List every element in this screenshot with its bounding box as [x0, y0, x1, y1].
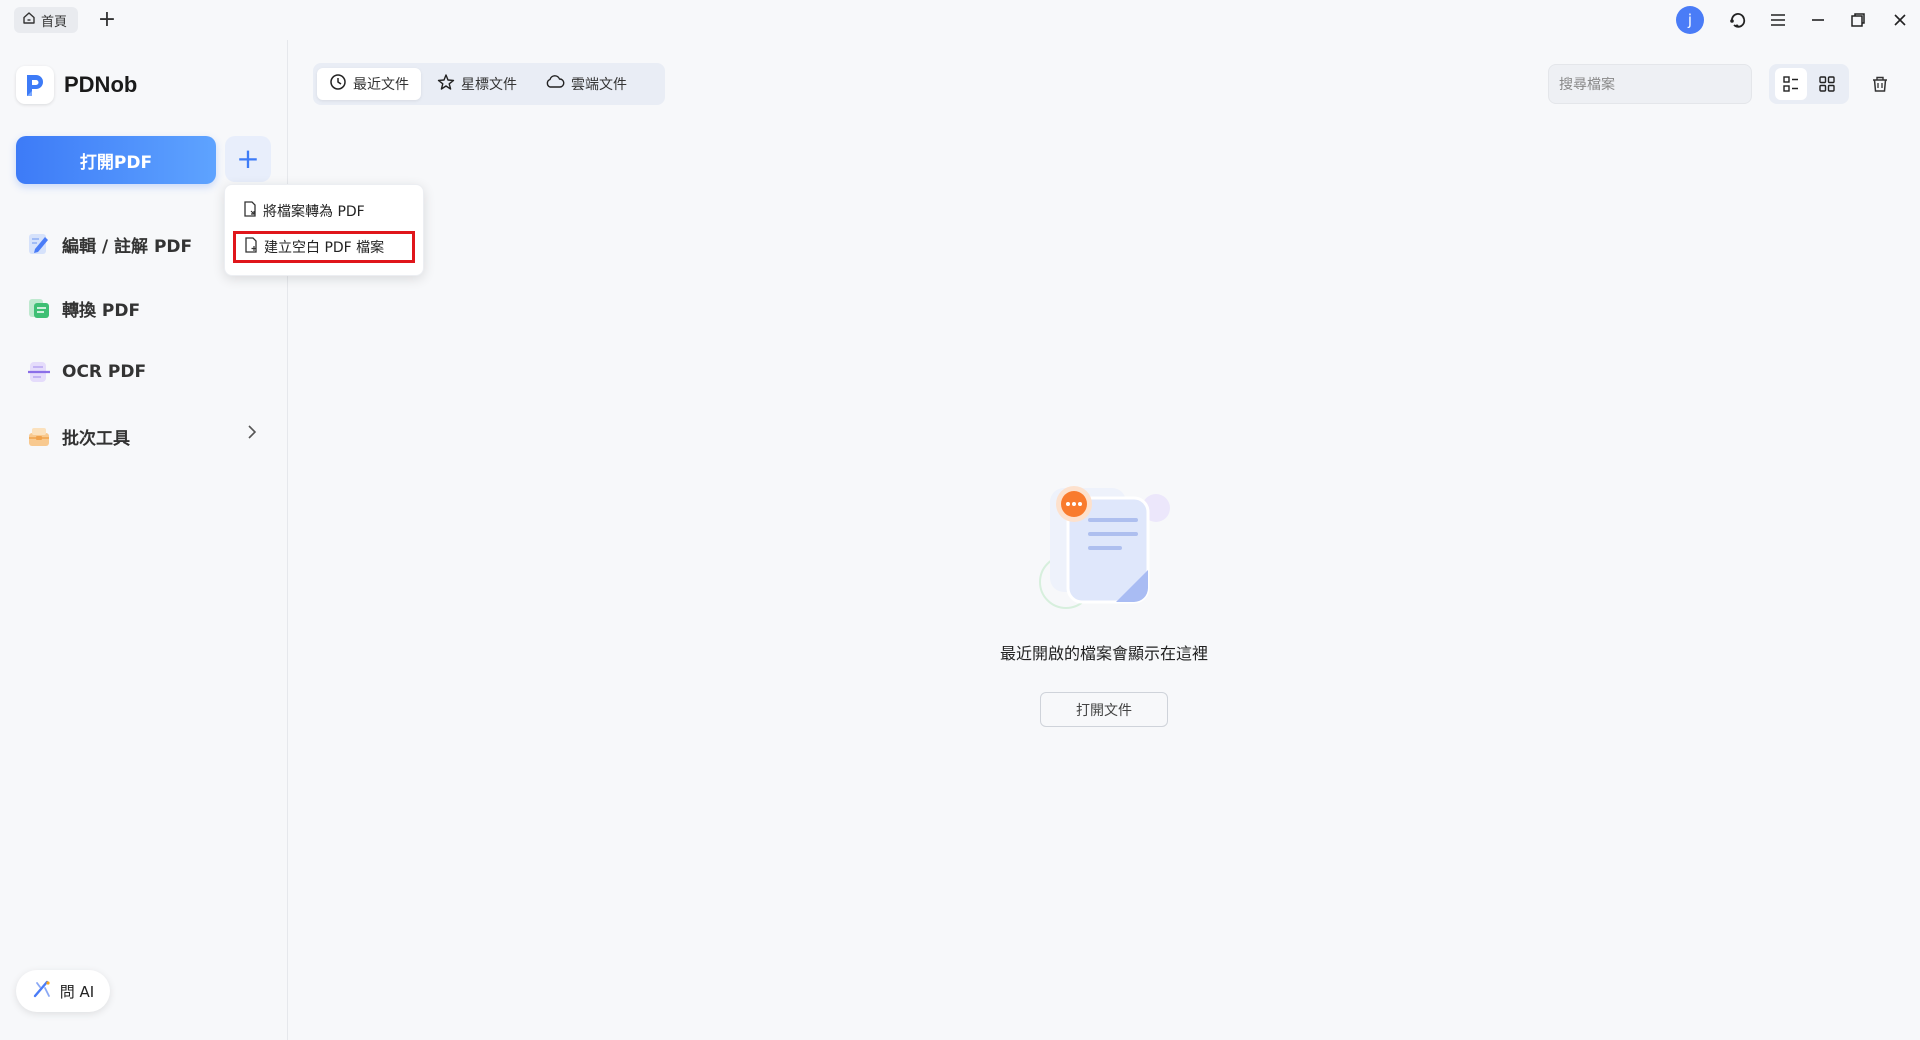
ocr-icon [26, 359, 52, 385]
file-convert-icon [243, 201, 257, 221]
brand: PDNob [16, 66, 137, 104]
cloud-icon [545, 73, 565, 95]
support-icon[interactable] [1724, 6, 1752, 34]
file-add-icon [244, 237, 258, 257]
tab-label: 星標文件 [461, 77, 517, 93]
sidebar-item-convert[interactable]: 轉換 PDF [26, 291, 140, 325]
tab-cloud[interactable]: 雲端文件 [533, 68, 639, 100]
sidebar-item-label: 編輯 / 註解 PDF [62, 236, 193, 257]
batch-icon [26, 423, 52, 449]
edit-icon [26, 231, 52, 257]
tab-label: 最近文件 [353, 77, 409, 93]
menu-icon[interactable] [1764, 6, 1792, 34]
menu-item-label: 將檔案轉為 PDF [263, 204, 365, 220]
ask-ai-button[interactable]: 問 AI [16, 970, 110, 1012]
menu-item-label: 建立空白 PDF 檔案 [264, 240, 385, 256]
view-toggle [1769, 64, 1849, 104]
file-tabs: 最近文件 星標文件 雲端文件 [313, 63, 665, 105]
tab-starred[interactable]: 星標文件 [425, 68, 529, 100]
brand-name: PDNob [64, 72, 138, 97]
restore-icon[interactable] [1844, 6, 1872, 34]
trash-icon[interactable] [1866, 70, 1894, 98]
open-document-button[interactable]: 打開文件 [1040, 692, 1168, 727]
create-menu-button[interactable]: + [225, 136, 271, 182]
title-bar: 首頁 + j [0, 0, 1920, 40]
grid-view-icon[interactable] [1811, 68, 1843, 100]
star-icon [437, 73, 455, 95]
sidebar-item-label: 批次工具 [62, 428, 130, 449]
sidebar-item-ocr[interactable]: OCR PDF [26, 355, 146, 389]
empty-state-illustration [1030, 478, 1170, 618]
open-pdf-button[interactable]: 打開PDF [16, 136, 216, 184]
pdnob-logo-icon [16, 66, 54, 104]
list-view-icon[interactable] [1775, 68, 1807, 100]
clock-icon [329, 73, 347, 95]
avatar[interactable]: j [1676, 6, 1704, 34]
home-icon [22, 11, 36, 29]
empty-state-message: 最近開啟的檔案會顯示在這裡 [999, 644, 1208, 663]
tab-recent[interactable]: 最近文件 [317, 68, 421, 100]
chevron-right-icon[interactable] [244, 424, 260, 440]
menu-item-create-blank-pdf[interactable]: 建立空白 PDF 檔案 [233, 231, 415, 263]
sidebar-item-label: OCR PDF [62, 362, 147, 382]
ask-ai-label: 問 AI [59, 982, 95, 1001]
tab-home[interactable]: 首頁 [14, 7, 78, 33]
minimize-icon[interactable] [1804, 6, 1832, 34]
create-menu-dropdown: 將檔案轉為 PDF 建立空白 PDF 檔案 [224, 184, 424, 276]
menu-item-convert-to-pdf[interactable]: 將檔案轉為 PDF [237, 195, 413, 227]
sidebar-item-batch[interactable]: 批次工具 [26, 419, 130, 453]
tab-label: 雲端文件 [571, 77, 627, 93]
ai-icon [32, 979, 52, 1003]
search-input[interactable]: 搜尋檔案 [1548, 64, 1752, 104]
sidebar-item-edit[interactable]: 編輯 / 註解 PDF [26, 227, 192, 261]
tab-home-label: 首頁 [41, 14, 68, 30]
sidebar-item-label: 轉換 PDF [62, 300, 141, 321]
close-icon[interactable] [1886, 6, 1914, 34]
convert-icon [26, 295, 52, 321]
new-tab-button[interactable]: + [96, 8, 118, 32]
